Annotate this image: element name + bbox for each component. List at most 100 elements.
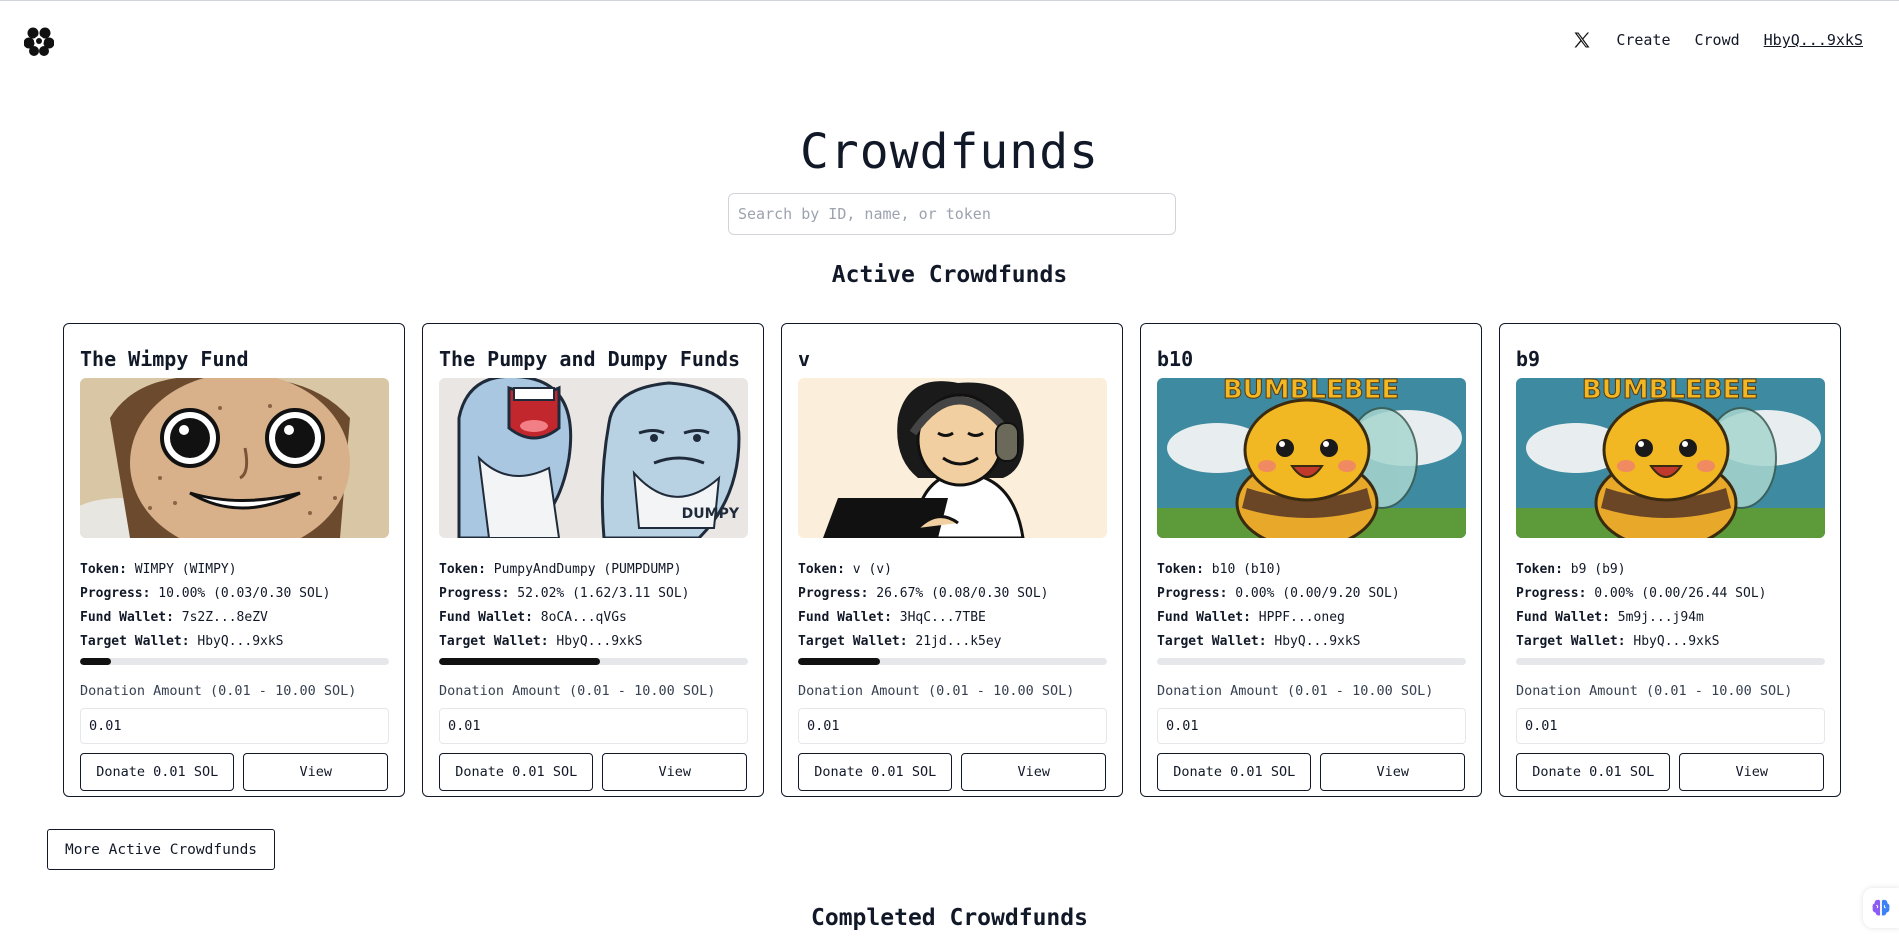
- target-wallet-row: Target Wallet: HbyQ...9xkS: [1516, 630, 1824, 654]
- donation-amount-input[interactable]: [439, 708, 748, 744]
- card-title: The Pumpy and Dumpy Funds: [439, 347, 741, 371]
- token-label: Token:: [80, 562, 127, 577]
- progress-value: 0.00% (0.00/26.44 SOL): [1594, 586, 1767, 601]
- nav-crowd-link[interactable]: Crowd: [1695, 31, 1740, 49]
- x-twitter-icon[interactable]: [1572, 30, 1592, 50]
- view-button[interactable]: View: [243, 753, 388, 791]
- search-input[interactable]: [728, 193, 1176, 235]
- wallet-address-link[interactable]: HbyQ...9xkS: [1764, 31, 1863, 49]
- progress-label: Progress:: [1157, 586, 1228, 601]
- card-info: Token: WIMPY (WIMPY) Progress: 10.00% (0…: [80, 558, 388, 654]
- token-value: PumpyAndDumpy (PUMPDUMP): [493, 562, 682, 577]
- progress-row: Progress: 52.02% (1.62/3.11 SOL): [439, 582, 747, 606]
- view-button[interactable]: View: [602, 753, 747, 791]
- donation-amount-input[interactable]: [1157, 708, 1466, 744]
- donation-amount-input[interactable]: [798, 708, 1107, 744]
- card-actions: Donate 0.01 SOL View: [798, 753, 1106, 791]
- donation-amount-label: Donation Amount (0.01 - 10.00 SOL): [798, 683, 1075, 699]
- progress-bar: [1516, 658, 1825, 665]
- fund-wallet-label: Fund Wallet:: [798, 610, 892, 625]
- view-button[interactable]: View: [1679, 753, 1824, 791]
- card-info: Token: b10 (b10) Progress: 0.00% (0.00/9…: [1157, 558, 1465, 654]
- card-actions: Donate 0.01 SOL View: [80, 753, 388, 791]
- token-label: Token:: [439, 562, 486, 577]
- wimpy-cartoon-image: [80, 378, 389, 538]
- fund-wallet-label: Fund Wallet:: [439, 610, 533, 625]
- token-row: Token: PumpyAndDumpy (PUMPDUMP): [439, 558, 747, 582]
- active-crowdfunds-list: The Wimpy Fund Token: WIMPY (WIMPY) Prog…: [63, 323, 1841, 797]
- target-wallet-label: Target Wallet:: [798, 634, 908, 649]
- target-wallet-value: HbyQ...9xkS: [1633, 634, 1720, 649]
- fund-wallet-row: Fund Wallet: 5m9j...j94m: [1516, 606, 1824, 630]
- target-wallet-row: Target Wallet: HbyQ...9xkS: [439, 630, 747, 654]
- donation-amount-label: Donation Amount (0.01 - 10.00 SOL): [439, 683, 716, 699]
- target-wallet-row: Target Wallet: HbyQ...9xkS: [1157, 630, 1465, 654]
- donate-button[interactable]: Donate 0.01 SOL: [1157, 753, 1312, 791]
- card-title: The Wimpy Fund: [80, 347, 249, 371]
- fund-wallet-label: Fund Wallet:: [1157, 610, 1251, 625]
- target-wallet-label: Target Wallet:: [1157, 634, 1267, 649]
- floating-widget[interactable]: [1863, 888, 1899, 928]
- progress-bar: [1157, 658, 1466, 665]
- page-title: Crowdfunds: [800, 124, 1099, 180]
- token-row: Token: WIMPY (WIMPY): [80, 558, 388, 582]
- progress-bar: [80, 658, 389, 665]
- donation-amount-input[interactable]: [1516, 708, 1825, 744]
- donate-button[interactable]: Donate 0.01 SOL: [1516, 753, 1671, 791]
- image-caption: DUMPY: [682, 506, 740, 522]
- donation-amount-label: Donation Amount (0.01 - 10.00 SOL): [1157, 683, 1434, 699]
- view-button[interactable]: View: [961, 753, 1106, 791]
- target-wallet-label: Target Wallet:: [439, 634, 549, 649]
- target-wallet-value: HbyQ...9xkS: [556, 634, 643, 649]
- progress-label: Progress:: [1516, 586, 1587, 601]
- card-title: v: [798, 347, 811, 371]
- fund-wallet-label: Fund Wallet:: [80, 610, 174, 625]
- progress-row: Progress: 0.00% (0.00/9.20 SOL): [1157, 582, 1465, 606]
- token-value: WIMPY (WIMPY): [134, 562, 237, 577]
- card-info: Token: PumpyAndDumpy (PUMPDUMP) Progress…: [439, 558, 747, 654]
- progress-row: Progress: 0.00% (0.00/26.44 SOL): [1516, 582, 1824, 606]
- token-row: Token: b10 (b10): [1157, 558, 1465, 582]
- progress-value: 26.67% (0.08/0.30 SOL): [876, 586, 1049, 601]
- fund-wallet-value: HPPF...oneg: [1258, 610, 1345, 625]
- card-actions: Donate 0.01 SOL View: [439, 753, 747, 791]
- crowdfund-card: The Wimpy Fund Token: WIMPY (WIMPY) Prog…: [63, 323, 405, 797]
- card-info: Token: v (v) Progress: 26.67% (0.08/0.30…: [798, 558, 1106, 654]
- donate-button[interactable]: Donate 0.01 SOL: [439, 753, 594, 791]
- card-title: b10: [1157, 347, 1194, 371]
- donation-amount-input[interactable]: [80, 708, 389, 744]
- progress-bar: [439, 658, 748, 665]
- flower-logo-icon[interactable]: [24, 26, 54, 56]
- view-button[interactable]: View: [1320, 753, 1465, 791]
- card-title: b9: [1516, 347, 1541, 371]
- progress-row: Progress: 10.00% (0.03/0.30 SOL): [80, 582, 388, 606]
- token-value: b10 (b10): [1211, 562, 1283, 577]
- crowdfund-card: b10 BUMBLEBEE Token: b10 (b10) Progress:…: [1140, 323, 1482, 797]
- progress-value: 10.00% (0.03/0.30 SOL): [158, 586, 331, 601]
- header: Create Crowd HbyQ...9xkS: [0, 0, 1899, 82]
- token-row: Token: v (v): [798, 558, 1106, 582]
- card-info: Token: b9 (b9) Progress: 0.00% (0.00/26.…: [1516, 558, 1824, 654]
- target-wallet-row: Target Wallet: HbyQ...9xkS: [80, 630, 388, 654]
- progress-label: Progress:: [798, 586, 869, 601]
- fund-wallet-value: 7s2Z...8eZV: [181, 610, 268, 625]
- fund-wallet-row: Fund Wallet: 8oCA...qVGs: [439, 606, 747, 630]
- donation-amount-label: Donation Amount (0.01 - 10.00 SOL): [80, 683, 357, 699]
- token-row: Token: b9 (b9): [1516, 558, 1824, 582]
- fund-wallet-value: 5m9j...j94m: [1617, 610, 1704, 625]
- more-active-crowdfunds-button[interactable]: More Active Crowdfunds: [47, 829, 275, 870]
- card-actions: Donate 0.01 SOL View: [1516, 753, 1824, 791]
- token-label: Token:: [1157, 562, 1204, 577]
- progress-bar-fill: [798, 658, 881, 665]
- man-with-headphones-image: [798, 378, 1107, 538]
- completed-section-title: Completed Crowdfunds: [811, 905, 1088, 931]
- two-whales-cartoon-image: DUMPY: [439, 378, 748, 538]
- bumblebee-cartoon-image: BUMBLEBEE: [1516, 378, 1825, 538]
- donate-button[interactable]: Donate 0.01 SOL: [798, 753, 953, 791]
- card-actions: Donate 0.01 SOL View: [1157, 753, 1465, 791]
- nav-create-link[interactable]: Create: [1616, 31, 1670, 49]
- progress-bar: [798, 658, 1107, 665]
- brain-icon: [1872, 899, 1890, 916]
- donate-button[interactable]: Donate 0.01 SOL: [80, 753, 235, 791]
- progress-bar-fill: [80, 658, 111, 665]
